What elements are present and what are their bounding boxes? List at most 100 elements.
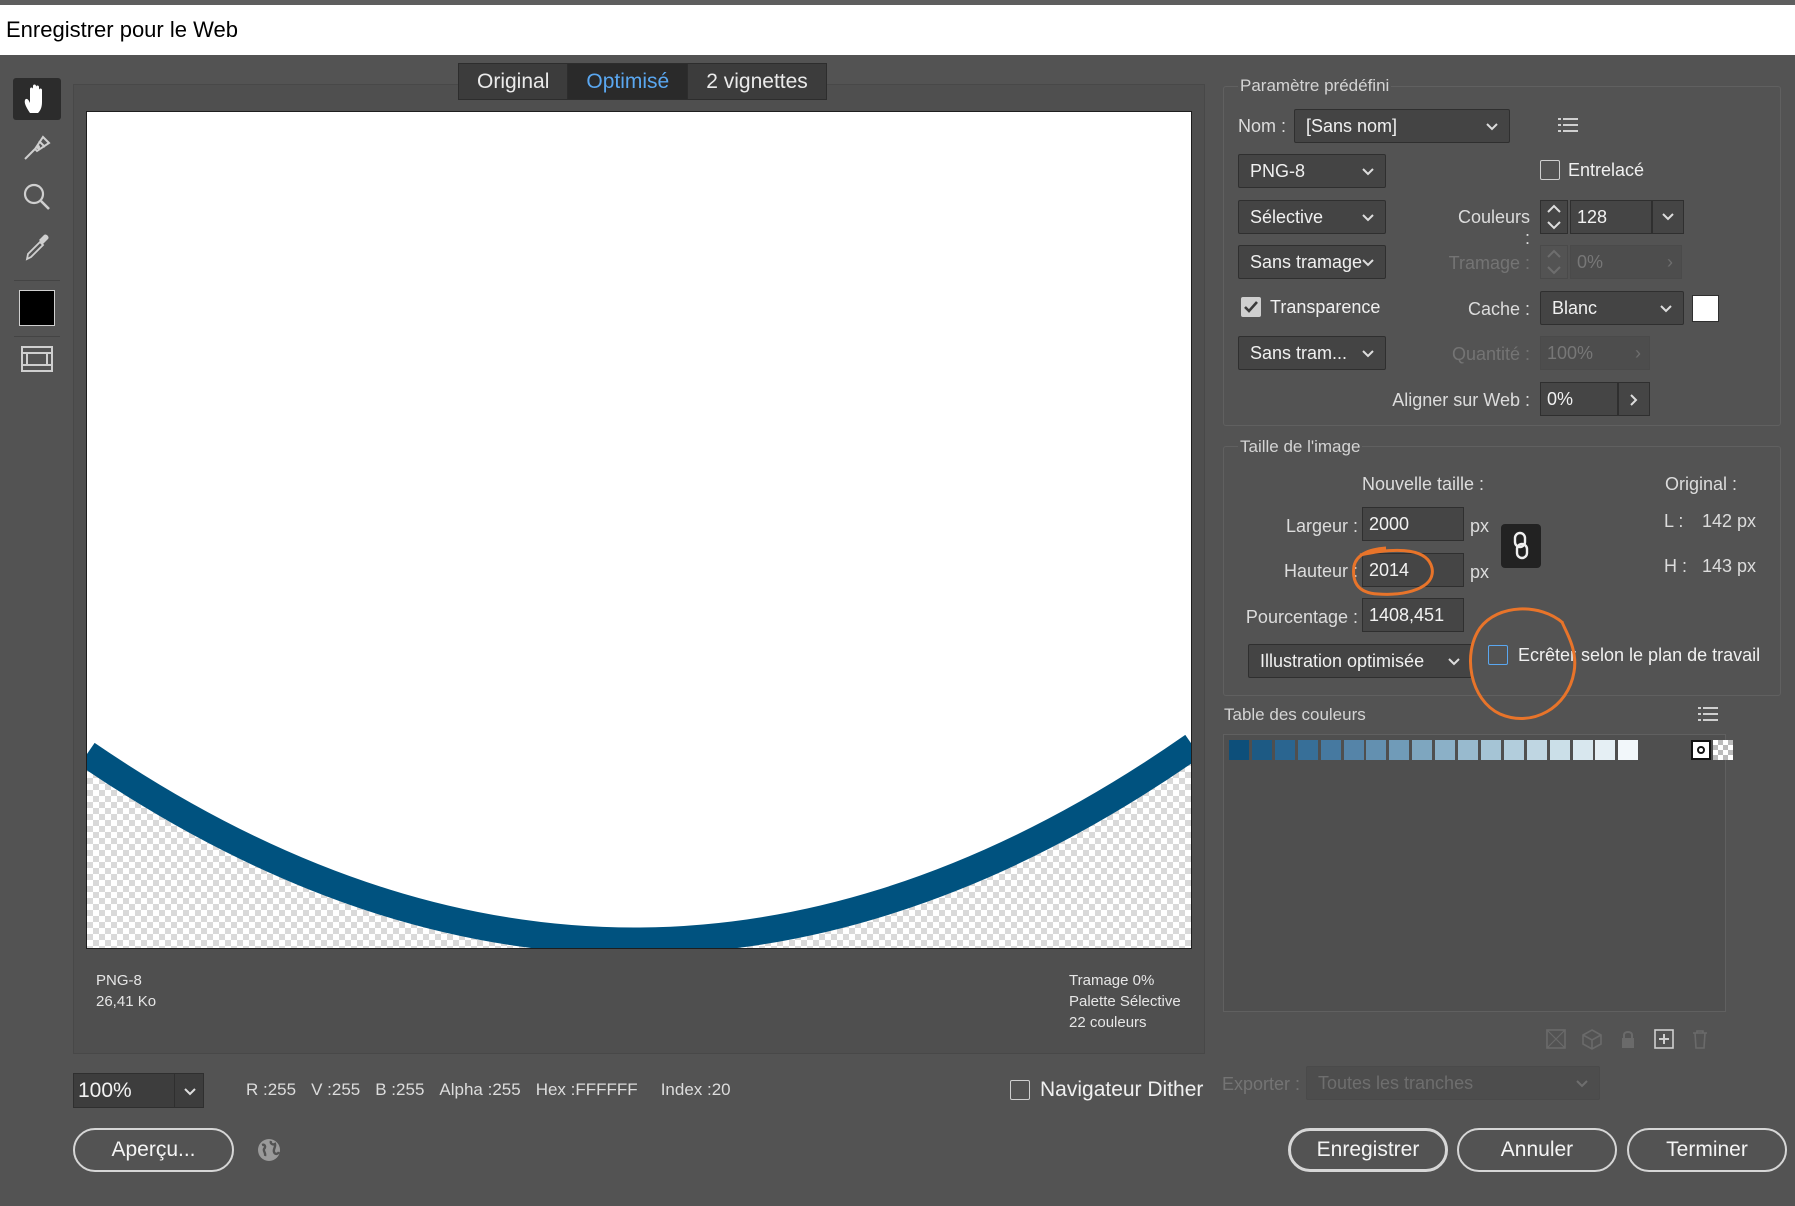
- web-snap-input[interactable]: 0%: [1540, 382, 1618, 416]
- chain-link-icon: [1513, 531, 1529, 560]
- matte-color-swatch[interactable]: [1692, 295, 1719, 322]
- color-swatch[interactable]: [1251, 740, 1272, 760]
- chevron-down-icon: [1659, 293, 1673, 326]
- format-text: PNG-8: [96, 972, 142, 989]
- eyedropper-icon: [25, 234, 49, 261]
- color-swatch[interactable]: [1343, 740, 1364, 760]
- toggle-slices-visibility-tool[interactable]: [13, 338, 61, 380]
- colors-info-text: 22 couleurs: [1069, 1014, 1147, 1031]
- color-reduction-value: Sélective: [1250, 207, 1324, 227]
- dither-algorithm-value: Sans tramage: [1250, 252, 1363, 272]
- resample-quality-select[interactable]: Illustration optimisée: [1248, 644, 1472, 678]
- color-swatch[interactable]: [1320, 740, 1341, 760]
- clip-to-artboard-checkbox[interactable]: [1488, 645, 1508, 665]
- color-swatch[interactable]: [1458, 740, 1478, 760]
- width-input[interactable]: 2000: [1362, 507, 1464, 541]
- color-swatch[interactable]: [1618, 740, 1639, 760]
- zoom-tool[interactable]: [13, 176, 61, 218]
- transparency-checkbox[interactable]: [1241, 297, 1261, 317]
- zoom-level-value: 100%: [78, 1079, 132, 1102]
- palette-info-text: Palette Sélective: [1069, 993, 1181, 1010]
- color-table-legend: Table des couleurs: [1222, 705, 1368, 725]
- preview-artwork: [87, 112, 1191, 948]
- matte-label: Cache :: [1467, 299, 1530, 319]
- matte-value: Blanc: [1552, 298, 1598, 318]
- dither-algorithm-select[interactable]: Sans tramage: [1238, 245, 1386, 279]
- tool-separator: [14, 336, 60, 337]
- cancel-button[interactable]: Annuler: [1457, 1128, 1617, 1172]
- chevron-down-icon: [1361, 156, 1375, 189]
- color-swatch[interactable]: [1549, 740, 1570, 760]
- color-table-menu-icon[interactable]: [1697, 704, 1719, 729]
- image-size-legend: Taille de l'image: [1238, 437, 1363, 457]
- file-size-text: 26,41 Ko: [96, 993, 157, 1010]
- percent-input[interactable]: 1408,451: [1362, 598, 1464, 632]
- tool-separator: [14, 280, 60, 281]
- color-swatch[interactable]: [1229, 740, 1249, 760]
- color-swatch[interactable]: [1389, 740, 1410, 760]
- colors-dropdown[interactable]: [1652, 200, 1684, 234]
- height-label: Hauteur :: [1283, 561, 1358, 581]
- color-swatch[interactable]: [1412, 740, 1433, 760]
- colors-stepper[interactable]: [1540, 200, 1568, 234]
- preview-button[interactable]: Aperçu...: [73, 1128, 234, 1172]
- preset-menu-icon[interactable]: [1557, 115, 1579, 140]
- eyedropper-tool[interactable]: [13, 226, 61, 268]
- tab-optimized[interactable]: Optimisé: [568, 64, 689, 99]
- globe-icon[interactable]: [256, 1137, 282, 1168]
- map-transparent-icon[interactable]: [1545, 1028, 1567, 1050]
- matte-select[interactable]: Blanc: [1540, 291, 1684, 325]
- transparency-dither-value: Sans tram...: [1250, 343, 1348, 363]
- height-input[interactable]: 2014: [1362, 553, 1464, 587]
- constrain-proportions-button[interactable]: [1501, 524, 1541, 568]
- width-unit: px: [1470, 516, 1490, 536]
- color-swatch[interactable]: [1297, 740, 1318, 760]
- slices-visibility-icon: [21, 346, 53, 372]
- red-value: R :255: [246, 1080, 297, 1099]
- lock-icon[interactable]: [1617, 1028, 1639, 1050]
- selected-white-swatch[interactable]: [1691, 740, 1711, 760]
- color-swatch[interactable]: [1526, 740, 1547, 760]
- color-swatch[interactable]: [1366, 740, 1387, 760]
- tab-2-up[interactable]: 2 vignettes: [688, 64, 826, 99]
- chevron-down-icon: [1575, 1068, 1589, 1101]
- image-preview-canvas[interactable]: [86, 111, 1192, 949]
- export-select: Toutes les tranches: [1306, 1066, 1600, 1100]
- color-swatch[interactable]: [1480, 740, 1501, 760]
- eyedropper-color-swatch[interactable]: [19, 290, 55, 326]
- transparent-swatch[interactable]: [1713, 740, 1733, 760]
- view-tabs: Original Optimisé 2 vignettes: [458, 63, 827, 100]
- done-button[interactable]: Terminer: [1627, 1128, 1787, 1172]
- web-snap-slider-button[interactable]: [1618, 382, 1650, 416]
- web-snap-label: Aligner sur Web :: [1392, 390, 1530, 410]
- colors-input[interactable]: 128: [1570, 200, 1652, 234]
- preset-name-select[interactable]: [Sans nom]: [1294, 109, 1510, 143]
- amount-label: Quantité :: [1451, 344, 1530, 364]
- web-safe-marker-icon: [1697, 746, 1705, 754]
- transparency-dither-select[interactable]: Sans tram...: [1238, 336, 1386, 370]
- hand-tool[interactable]: [13, 78, 61, 120]
- zoom-level-select[interactable]: 100%: [73, 1073, 204, 1108]
- add-color-icon[interactable]: [1653, 1028, 1675, 1050]
- export-label: Exporter :: [1222, 1074, 1301, 1094]
- original-height-label: H :: [1664, 556, 1688, 576]
- color-swatch[interactable]: [1274, 740, 1295, 760]
- slice-select-tool[interactable]: [13, 126, 61, 168]
- color-swatch[interactable]: [1595, 740, 1616, 760]
- tab-original[interactable]: Original: [459, 64, 569, 99]
- trash-icon[interactable]: [1689, 1028, 1711, 1050]
- save-button[interactable]: Enregistrer: [1288, 1128, 1448, 1172]
- color-swatch[interactable]: [1435, 740, 1456, 760]
- height-unit: px: [1470, 562, 1490, 582]
- file-format-select[interactable]: PNG-8: [1238, 154, 1386, 188]
- dither-browser-checkbox[interactable]: [1010, 1080, 1030, 1100]
- dither-stepper: [1540, 245, 1568, 279]
- color-swatch[interactable]: [1503, 740, 1524, 760]
- chevron-down-icon[interactable]: [174, 1074, 204, 1107]
- interlaced-checkbox[interactable]: [1540, 160, 1560, 180]
- amount-input: 100% ›: [1540, 336, 1650, 370]
- color-reduction-select[interactable]: Sélective: [1238, 200, 1386, 234]
- color-swatch[interactable]: [1572, 740, 1593, 760]
- dither-value: 0%: [1577, 252, 1604, 272]
- web-shift-icon[interactable]: [1581, 1028, 1603, 1050]
